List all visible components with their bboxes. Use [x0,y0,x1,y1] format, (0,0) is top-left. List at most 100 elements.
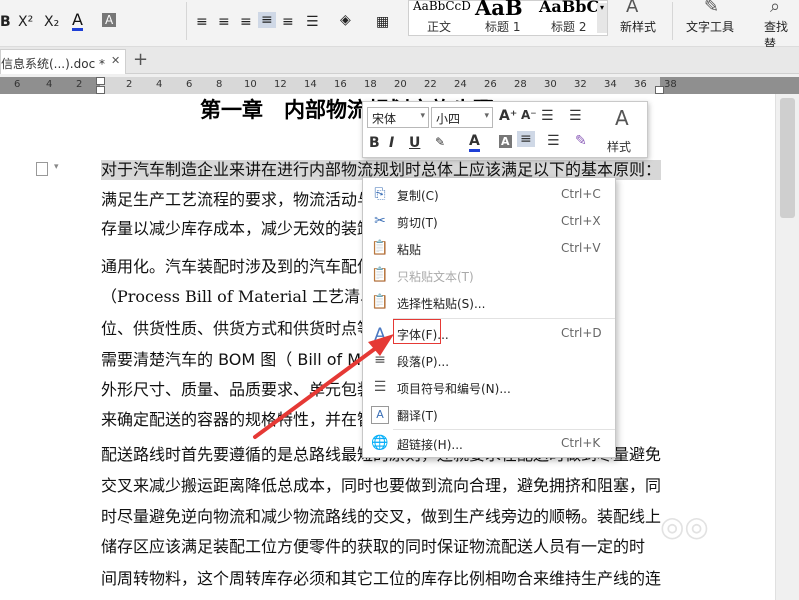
indent-marker-icon[interactable] [96,77,105,85]
mini-toolbar: 宋体 ▾ 小四 ▾ A⁺ A⁻ ☰ ☰ B I U ✎ A A ≡ ☰ ✎ A … [362,101,648,158]
font-color-button[interactable]: A [469,133,480,152]
align-icon[interactable]: ≡ [517,131,535,147]
menu-item-shortcut: Ctrl+V [561,241,601,255]
bold-button[interactable]: B [0,14,11,30]
distributed-icon[interactable]: ≡ [282,14,294,30]
text-line: 交叉来减少搬运距离降低总成本，同时也要做到流向合理，避免拥挤和阻塞，同 [101,476,662,495]
new-style-button[interactable]: 新样式 [620,18,656,35]
font-size-select[interactable]: 小四 ▾ [431,107,493,128]
underline-button[interactable]: U [409,135,420,151]
ruler-number: 32 [574,79,587,90]
styles-scroll-icon[interactable]: ▾ [597,3,607,33]
shading-icon[interactable]: ◈ [340,12,351,28]
bullets-icon: ☰ [373,379,387,395]
horizontal-ruler[interactable]: 6 4 2 2 4 6 8 10 12 14 16 18 20 22 24 26… [0,77,799,94]
font-size-value: 小四 [436,112,461,126]
align-center-icon[interactable]: ≡ [218,14,230,30]
char-shading-button[interactable]: A [102,13,117,27]
justify-icon[interactable]: ≡ [258,12,276,28]
align-left-icon[interactable]: ≡ [196,14,208,30]
vertical-scrollbar[interactable] [775,94,799,600]
shrink-font-icon[interactable]: A⁻ [521,108,537,122]
menu-item-copy[interactable]: ⎘ 复制(C) Ctrl+C [363,181,615,208]
ruler-number: 34 [604,79,617,90]
ruler-number: 22 [424,79,437,90]
ribbon: B X² X₂ A A ≡ ≡ ≡ ≡ ≡ ☰ ◈ ▦ AaBbCcD 正文 A… [0,0,799,51]
paste-icon: 📋 [371,240,389,256]
format-painter-icon[interactable]: ✎ [575,133,587,149]
superscript-button[interactable]: X² [18,14,33,30]
search-icon: ⌕ [770,0,781,17]
text-tools-button[interactable]: 文字工具 [686,18,734,35]
char-shading-button[interactable]: A [499,135,512,148]
italic-button[interactable]: I [389,135,394,151]
ruler-number: 10 [244,79,257,90]
style-preview-heading2: AaBbC [539,0,600,16]
menu-item-hyperlink[interactable]: 🌐 超链接(H)... Ctrl+K [363,430,615,457]
menu-item-shortcut: Ctrl+X [561,214,601,228]
text-line: 时尽量避免逆向物流和减少物流路线的交叉，做到生产线旁边的顺畅。装配线上 [101,507,662,526]
ruler-number: 14 [304,79,317,90]
menu-item-paste[interactable]: 📋 粘贴 Ctrl+V [363,235,615,262]
ruler-number: 18 [364,79,377,90]
new-style-icon[interactable]: A [626,0,638,17]
ruler-number: 4 [46,79,53,90]
menu-item-paste-special[interactable]: 📋 选择性粘贴(S)... [363,289,615,316]
bold-button[interactable]: B [369,135,380,151]
menu-item-label: 翻译(T) [397,409,438,423]
menu-item-label: 剪切(T) [397,216,438,230]
right-indent-icon[interactable] [655,86,664,94]
chevron-down-icon: ▾ [484,111,489,121]
bullets-icon[interactable]: ☰ [541,108,554,124]
style-preview-normal: AaBbCcD [413,0,471,13]
menu-item-paste-text[interactable]: 📋 只粘贴文本(T) [363,262,615,289]
style-preview-heading1: AaB [475,0,523,20]
ruler-number: 16 [334,79,347,90]
menu-item-paragraph[interactable]: ≡ 段落(P)... [363,347,615,374]
scissors-icon: ✂ [374,213,386,229]
font-name-select[interactable]: 宋体 ▾ [367,107,429,128]
document-tab[interactable]: 信息系统(...).doc * ✕ [0,49,126,74]
menu-item-translate[interactable]: A 翻译(T) [363,401,615,428]
styles-button[interactable]: 样式 [607,138,631,155]
scrollbar-thumb[interactable] [780,98,795,218]
line-spacing-icon[interactable]: ☰ [306,14,319,30]
document-tab-bar: 信息系统(...).doc * ✕ + [0,47,799,74]
ruler-number: 28 [514,79,527,90]
numbering-icon[interactable]: ☰ [569,108,582,124]
menu-item-bullets[interactable]: ☰ 项目符号和编号(N)... [363,374,615,401]
ruler-number: 36 [634,79,647,90]
menu-item-label: 段落(P)... [397,355,450,369]
line-spacing-icon[interactable]: ☰ [547,133,560,149]
document-tab-title: 信息系统(...).doc * [1,57,105,71]
chevron-down-icon[interactable]: ▾ [54,162,59,172]
ruler-number: 2 [126,79,133,90]
style-heading2[interactable]: 标题 2 [551,18,586,35]
chevron-down-icon: ▾ [420,111,425,121]
font-color-button[interactable]: A [72,12,83,31]
paragraph-marker-icon[interactable] [36,162,48,176]
subscript-button[interactable]: X₂ [44,14,59,30]
menu-item-label: 选择性粘贴(S)... [397,297,486,311]
add-tab-icon[interactable]: + [133,49,148,70]
wrench-icon: ✎ [704,0,720,17]
close-icon[interactable]: ✕ [111,54,120,67]
ruler-number: 4 [156,79,163,90]
text-line: 间周转物料，这个周转库存必须和其它工位的库存比例相吻合来维持生产线的连 [101,569,662,588]
styles-icon[interactable]: A [615,106,629,130]
menu-item-label: 只粘贴文本(T) [397,270,474,284]
borders-icon[interactable]: ▦ [376,14,389,30]
ruler-number: 24 [454,79,467,90]
menu-item-cut[interactable]: ✂ 剪切(T) Ctrl+X [363,208,615,235]
menu-item-label: 复制(C) [397,189,439,203]
ruler-number: 20 [394,79,407,90]
align-right-icon[interactable]: ≡ [240,14,252,30]
hanging-indent-icon[interactable] [96,86,105,94]
highlight-icon[interactable]: ✎ [435,135,445,149]
grow-font-icon[interactable]: A⁺ [499,108,517,124]
style-heading1[interactable]: 标题 1 [485,18,520,35]
ruler-number: 26 [484,79,497,90]
styles-gallery[interactable]: AaBbCcD 正文 AaB 标题 1 AaBbC 标题 2 ▾ [408,0,608,36]
ribbon-separator [186,2,187,40]
style-normal[interactable]: 正文 [427,18,451,35]
